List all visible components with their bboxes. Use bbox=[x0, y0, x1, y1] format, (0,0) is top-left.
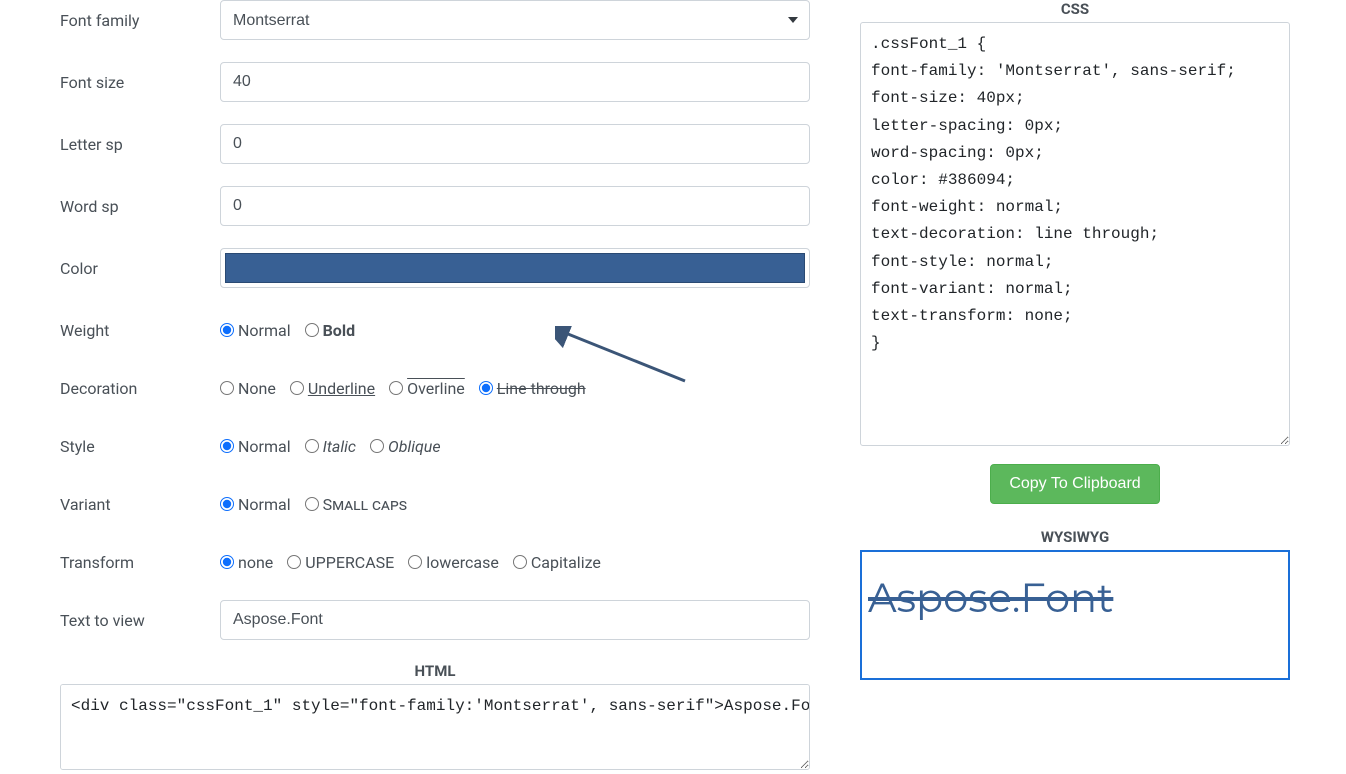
html-output[interactable] bbox=[60, 684, 810, 770]
decoration-label: Decoration bbox=[60, 379, 220, 398]
word-sp-input[interactable] bbox=[220, 186, 810, 226]
decoration-underline-radio[interactable]: Underline bbox=[290, 379, 375, 398]
wysiwyg-preview: Aspose.Font bbox=[860, 550, 1290, 680]
wysiwyg-text: Aspose.Font bbox=[868, 574, 1113, 623]
transform-uppercase-radio[interactable]: UPPERCASE bbox=[287, 553, 394, 572]
copy-to-clipboard-button[interactable]: Copy To Clipboard bbox=[990, 464, 1159, 504]
transform-capitalize-radio[interactable]: Capitalize bbox=[513, 553, 601, 572]
html-section-title: HTML bbox=[60, 662, 810, 680]
style-oblique-text: Oblique bbox=[388, 437, 441, 456]
decoration-none-text: None bbox=[238, 379, 276, 398]
font-size-label: Font size bbox=[60, 73, 220, 92]
wysiwyg-section-title: WYSIWYG bbox=[860, 528, 1290, 546]
decoration-overline-text: Overline bbox=[407, 379, 465, 398]
decoration-overline-radio[interactable]: Overline bbox=[389, 379, 465, 398]
transform-none-text: none bbox=[238, 553, 273, 572]
decoration-linethrough-text: Line through bbox=[497, 379, 586, 398]
transform-uppercase-text: UPPERCASE bbox=[305, 553, 394, 572]
style-label: Style bbox=[60, 437, 220, 456]
decoration-underline-text: Underline bbox=[308, 379, 375, 398]
style-normal-radio[interactable]: Normal bbox=[220, 437, 291, 456]
weight-label: Weight bbox=[60, 321, 220, 340]
variant-smallcaps-text: Small caps bbox=[323, 495, 407, 514]
weight-bold-radio[interactable]: Bold bbox=[305, 321, 355, 340]
font-family-select[interactable]: Montserrat bbox=[220, 0, 810, 40]
variant-normal-radio[interactable]: Normal bbox=[220, 495, 291, 514]
variant-label: Variant bbox=[60, 495, 220, 514]
style-italic-text: Italic bbox=[323, 437, 356, 456]
transform-lowercase-text: lowercase bbox=[426, 553, 499, 572]
transform-none-radio[interactable]: none bbox=[220, 553, 273, 572]
variant-smallcaps-radio[interactable]: Small caps bbox=[305, 495, 407, 514]
transform-lowercase-radio[interactable]: lowercase bbox=[408, 553, 499, 572]
css-section-title: CSS bbox=[860, 0, 1290, 18]
text-to-view-label: Text to view bbox=[60, 611, 220, 630]
transform-label: Transform bbox=[60, 553, 220, 572]
letter-sp-label: Letter sp bbox=[60, 135, 220, 154]
decoration-linethrough-radio[interactable]: Line through bbox=[479, 379, 586, 398]
css-output[interactable] bbox=[860, 22, 1290, 446]
text-to-view-input[interactable] bbox=[220, 600, 810, 640]
style-normal-text: Normal bbox=[238, 437, 291, 456]
letter-sp-input[interactable] bbox=[220, 124, 810, 164]
font-family-label: Font family bbox=[60, 11, 220, 30]
style-oblique-radio[interactable]: Oblique bbox=[370, 437, 441, 456]
color-picker[interactable] bbox=[220, 248, 810, 288]
transform-capitalize-text: Capitalize bbox=[531, 553, 601, 572]
weight-normal-radio[interactable]: Normal bbox=[220, 321, 291, 340]
variant-normal-text: Normal bbox=[238, 495, 291, 514]
weight-normal-text: Normal bbox=[238, 321, 291, 340]
style-italic-radio[interactable]: Italic bbox=[305, 437, 356, 456]
weight-bold-text: Bold bbox=[323, 321, 355, 340]
decoration-none-radio[interactable]: None bbox=[220, 379, 276, 398]
color-swatch bbox=[225, 253, 805, 283]
font-size-input[interactable] bbox=[220, 62, 810, 102]
color-label: Color bbox=[60, 259, 220, 278]
word-sp-label: Word sp bbox=[60, 197, 220, 216]
